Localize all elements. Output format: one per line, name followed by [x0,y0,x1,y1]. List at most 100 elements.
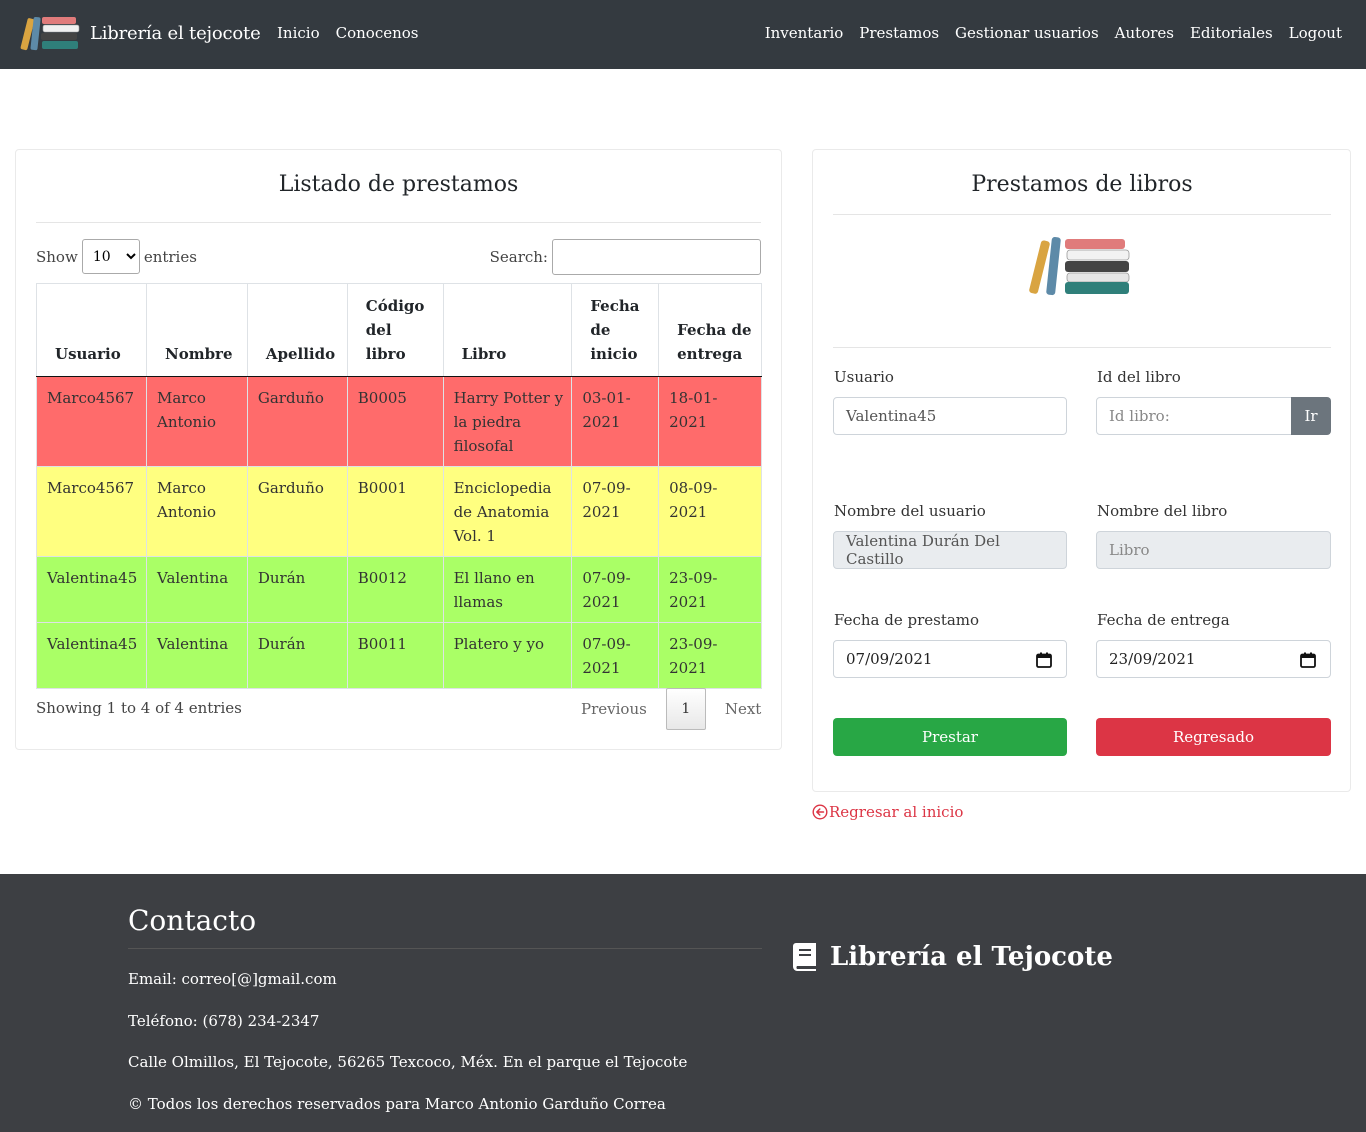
table-cell: Marco4567 [36,466,147,557]
table-cell: Valentina45 [36,556,147,623]
nav-link-gestionar-usuarios[interactable]: Gestionar usuarios [955,24,1099,42]
column-header-nombre[interactable]: Nombre [145,283,248,377]
nav-link-autores[interactable]: Autores [1115,24,1174,42]
back-to-home-link[interactable]: Regresar al inicio [812,803,963,821]
brand[interactable]: Librería el tejocote [18,14,261,52]
column-header-codigo[interactable]: Código del libro [346,283,444,377]
nav-link-prestamos[interactable]: Prestamos [859,24,939,42]
loan-date-value: 07/09/2021 [846,650,933,668]
nav-link-editoriales[interactable]: Editoriales [1190,24,1273,42]
book-id-input[interactable]: Id libro: [1096,397,1292,435]
loan-date-label: Fecha de prestamo [834,611,980,629]
returned-button[interactable]: Regresado [1096,718,1331,756]
return-date-input[interactable]: 23/09/2021 [1096,640,1331,678]
arrow-circle-left-icon [812,804,828,820]
return-date-label: Fecha de entrega [1097,611,1230,629]
nav-link-logout[interactable]: Logout [1289,24,1342,42]
divider [36,222,761,223]
table-cell: Harry Potter y la piedra filosofal [442,376,573,467]
loan-date-input[interactable]: 07/09/2021 [833,640,1067,678]
table-row: Valentina45 Valentina Durán B0012 El lla… [36,556,762,623]
table-cell: Enciclopedia de Anatomia Vol. 1 [442,466,573,557]
table-cell: Garduño [246,376,348,467]
loans-table: Usuario Nombre Apellido Código del libro… [36,283,762,689]
book-id-label: Id del libro [1097,368,1181,386]
footer-copyright: © Todos los derechos reservados para Mar… [128,1095,666,1113]
table-cell: B0012 [346,556,444,623]
show-label: Show [36,247,78,266]
table-cell: 23-09-2021 [658,556,762,623]
brand-title: Librería el tejocote [90,22,261,44]
nav-link-conocenos[interactable]: Conocenos [336,24,419,42]
books-logo-icon [20,16,80,51]
books-illustration-icon [1029,237,1130,296]
table-cell: Valentina [145,556,248,623]
table-row: Valentina45 Valentina Durán B0011 Plater… [36,622,762,689]
user-input-value: Valentina45 [846,407,937,425]
user-name-label: Nombre del usuario [834,502,986,520]
page-1-button[interactable]: 1 [665,688,706,730]
calendar-icon[interactable] [1300,652,1316,668]
table-cell: Valentina [145,622,248,689]
back-to-home-label: Regresar al inicio [829,803,964,821]
next-page-button[interactable]: Next [713,700,774,718]
table-cell: 07-09-2021 [571,622,660,689]
entries-label: entries [143,247,197,266]
footer-brand-label: Librería el Tejocote [830,942,1113,972]
book-icon [793,943,816,971]
loans-list-card: Listado de prestamos Show 10 entries Sea… [15,149,782,750]
column-header-apellido[interactable]: Apellido [246,283,348,377]
table-cell: B0005 [346,376,444,467]
table-cell: 03-01-2021 [571,376,660,467]
search-label: Search: [489,248,548,266]
table-cell: Durán [246,556,348,623]
footer-heading: Contacto [128,904,257,937]
table-cell: 18-01-2021 [658,376,762,467]
table-cell: Garduño [246,466,348,557]
user-name-field: Valentina Durán Del Castillo [833,531,1067,569]
column-header-fecha-entrega[interactable]: Fecha de entrega [658,283,762,377]
column-header-fecha-inicio[interactable]: Fecha de inicio [571,283,660,377]
table-header-row: Usuario Nombre Apellido Código del libro… [36,283,762,377]
table-info: Showing 1 to 4 of 4 entries [36,699,242,717]
table-cell: 07-09-2021 [571,556,660,623]
entries-select[interactable]: 10 [81,239,140,274]
user-name-value: Valentina Durán Del Castillo [846,532,1000,568]
book-name-placeholder: Libro [1109,541,1150,559]
book-id-placeholder: Id libro: [1109,407,1170,425]
previous-page-button[interactable]: Previous [569,700,659,718]
navbar: Librería el tejocote Inicio Conocenos In… [0,0,1366,69]
calendar-icon[interactable] [1036,652,1052,668]
table-cell: El llano en llamas [442,556,573,623]
footer-phone: Teléfono: (678) 234-2347 [128,1012,320,1030]
table-cell: Marco Antonio [145,466,248,557]
table-cell: Platero y yo [442,622,573,689]
column-header-usuario[interactable]: Usuario [36,283,147,377]
loan-form-card: Prestamos de libros Usuario Valentina45 … [812,149,1351,792]
footer-email: Email: correo[@]gmail.com [128,970,337,988]
table-cell: 07-09-2021 [571,466,660,557]
nav-link-inicio[interactable]: Inicio [277,24,320,42]
table-cell: Marco Antonio [145,376,248,467]
lend-button[interactable]: Prestar [833,718,1067,756]
footer-address: Calle Olmillos, El Tejocote, 56265 Texco… [128,1053,688,1071]
table-row: Marco4567 Marco Antonio Garduño B0001 En… [36,466,762,557]
table-cell: 23-09-2021 [658,622,762,689]
table-search: Search: [490,239,761,275]
table-row: Marco4567 Marco Antonio Garduño B0005 Ha… [36,376,762,467]
nav-link-inventario[interactable]: Inventario [765,24,844,42]
table-cell: Marco4567 [36,376,147,467]
table-cell: B0001 [346,466,444,557]
loan-form-title: Prestamos de libros [971,172,1193,197]
divider [128,948,762,949]
return-date-value: 23/09/2021 [1109,650,1196,668]
table-cell: 08-09-2021 [658,466,762,557]
column-header-libro[interactable]: Libro [442,283,573,377]
search-input[interactable] [552,239,761,275]
loans-list-title: Listado de prestamos [278,172,519,197]
footer-brand: Librería el Tejocote [792,942,1113,972]
book-name-field: Libro [1096,531,1331,569]
go-button[interactable]: Ir [1291,397,1331,435]
pagination: Previous 1 Next [569,688,773,730]
user-input[interactable]: Valentina45 [833,397,1067,435]
